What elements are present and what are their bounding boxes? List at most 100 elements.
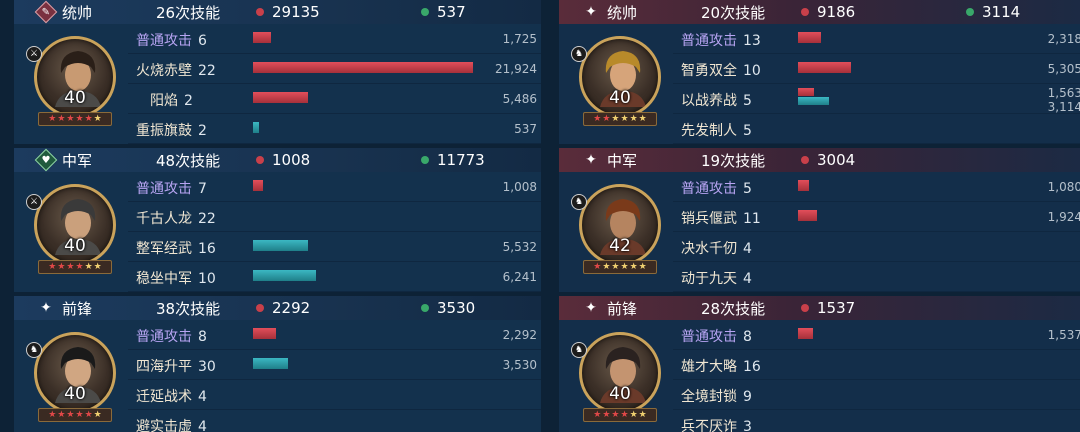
general-level: 42 [609,236,631,256]
skill-value: 21,924 [495,62,537,76]
general-portrait[interactable]: 42 ★ ★ ★ ★ ★ ★ ♞ [571,184,661,280]
star-icon: ★ [638,410,647,420]
role-label: 中军 [607,151,638,170]
skill-name: 火烧赤壁 22 [136,60,216,80]
skill-name: 以战养战 5 [681,90,752,110]
skill-name-text: 普通攻击 [136,33,192,49]
damage-total: 2292 [256,299,310,317]
skill-cast-count: 22 [198,211,216,227]
skill-value: 1,008 [502,180,537,194]
general-block: ✦ 前锋 38次技能 2292 3530 40 ★ ★ ★ ★ ★ ★ ♞ 普通攻击 8 2,292 四海升平 3… [14,296,541,432]
star-icon: ★ [75,114,84,124]
skill-count: 20次技能 [701,3,766,22]
skill-row[interactable]: 普通攻击 13 2,318 [673,24,1080,54]
skill-row[interactable]: 四海升平 30 3,530 [128,350,541,380]
skill-cast-count: 7 [198,181,207,197]
skill-row[interactable]: 普通攻击 5 1,080 [673,172,1080,202]
star-icon: ★ [638,262,647,272]
role-label: 统帅 [62,3,93,22]
skill-cast-count: 2 [184,93,193,109]
skill-count: 28次技能 [701,299,766,318]
damage-total: 1008 [256,151,310,169]
skill-row[interactable]: 火烧赤壁 22 21,924 [128,54,541,84]
skill-cast-count: 5 [743,93,752,109]
star-icon: ★ [84,410,93,420]
skill-cast-count: 4 [198,389,207,405]
general-header: ✎ 统帅 26次技能 29135 537 [14,0,541,24]
sword-icon: ⚔ [26,194,42,210]
skill-row[interactable]: 决水千仞 4 [673,232,1080,262]
skill-name-text: 重振旗鼓 [136,123,192,139]
heal-total: 11773 [421,151,485,169]
skill-name: 普通攻击 7 [136,178,207,198]
star-icon: ★ [48,410,57,420]
skill-name-text: 普通攻击 [681,329,737,345]
heal-bar [253,270,316,281]
skill-name-text: 智勇双全 [681,63,737,79]
damage-total: 1537 [801,299,855,317]
skill-cast-count: 5 [743,181,752,197]
skill-cast-count: 30 [198,359,216,375]
star-icon: ★ [620,114,629,124]
skill-row[interactable]: 雄才大略 16 [673,350,1080,380]
skill-row[interactable]: 阳焰 2 5,486 [128,84,541,114]
general-portrait[interactable]: 40 ★ ★ ★ ★ ★ ★ ⚔ [26,36,116,132]
skill-row[interactable]: 重振旗鼓 2 537 [128,114,541,144]
skill-name-text: 千古人龙 [136,211,192,227]
general-level: 40 [609,384,631,404]
star-icon: ★ [66,114,75,124]
skill-name-text: 全境封锁 [681,389,737,405]
general-portrait[interactable]: 40 ★ ★ ★ ★ ★ ★ ♞ [571,36,661,132]
general-portrait[interactable]: 40 ★ ★ ★ ★ ★ ★ ♞ [571,332,661,428]
star-icon: ★ [57,410,66,420]
skill-row[interactable]: 普通攻击 6 1,725 [128,24,541,54]
skill-name-text: 稳坐中军 [136,271,192,287]
damage-dot-icon [256,303,264,312]
skill-row[interactable]: 稳坐中军 10 6,241 [128,262,541,292]
role-label: 前锋 [607,299,638,318]
skill-row[interactable]: 智勇双全 10 5,305 [673,54,1080,84]
skill-row[interactable]: 先发制人 5 [673,114,1080,144]
skill-row[interactable]: 普通攻击 8 1,537 [673,320,1080,350]
skill-row[interactable]: 普通攻击 8 2,292 [128,320,541,350]
skill-name-text: 火烧赤壁 [136,63,192,79]
sparkle-icon: ✦ [585,300,597,316]
sparkle-icon: ✦ [585,4,597,20]
general-portrait[interactable]: 40 ★ ★ ★ ★ ★ ★ ♞ [26,332,116,428]
skill-row[interactable]: 销兵偃武 11 1,924 [673,202,1080,232]
star-icon: ★ [602,114,611,124]
heal-dot-icon [966,7,974,16]
general-body: 40 ★ ★ ★ ★ ★ ★ ⚔ 普通攻击 6 1,725 火烧赤壁 22 21,924 阳焰 2 5,486 重… [14,24,541,144]
damage-value: 1008 [272,151,311,169]
general-block: ♥ 中军 48次技能 1008 11773 40 ★ ★ ★ ★ ★ ★ ⚔ 普通攻击 7 1,008 千古人龙… [14,148,541,292]
skill-row[interactable]: 千古人龙 22 [128,202,541,232]
skill-value: 1,725 [502,32,537,46]
heal-bar [253,240,308,251]
right-team-panel: ✦ 统帅 20次技能 9186 3114 40 ★ ★ ★ ★ ★ ★ ♞ 普通攻击 13 2,318 智勇双全… [559,0,1080,432]
general-header: ✦ 前锋 38次技能 2292 3530 [14,296,541,320]
skill-cast-count: 10 [743,63,761,79]
skill-row[interactable]: 兵不厌诈 3 [673,410,1080,432]
star-icon: ★ [75,410,84,420]
star-icon: ★ [629,410,638,420]
skill-name: 普通攻击 5 [681,178,752,198]
skill-row[interactable]: 以战养战 5 1,563 3,114 [673,84,1080,114]
general-level: 40 [64,384,86,404]
damage-bar [798,328,813,339]
damage-bar [253,328,276,339]
general-level: 40 [609,88,631,108]
general-portrait[interactable]: 40 ★ ★ ★ ★ ★ ★ ⚔ [26,184,116,280]
skill-value: 3,114 [1047,100,1080,114]
skill-row[interactable]: 整军经武 16 5,532 [128,232,541,262]
skill-row[interactable]: 避实击虚 4 [128,410,541,432]
damage-bar [798,32,821,43]
general-body: 42 ★ ★ ★ ★ ★ ★ ♞ 普通攻击 5 1,080 销兵偃武 11 1,924 决水千仞 4 动于九天 4 [559,172,1080,292]
star-icon: ★ [57,262,66,272]
skill-row[interactable]: 迁延战术 4 [128,380,541,410]
skill-row[interactable]: 动于九天 4 [673,262,1080,292]
skill-row[interactable]: 普通攻击 7 1,008 [128,172,541,202]
skill-row[interactable]: 全境封锁 9 [673,380,1080,410]
star-rating: ★ ★ ★ ★ ★ ★ [38,408,112,422]
sword-icon: ⚔ [26,46,42,62]
skill-cast-count: 10 [198,271,216,287]
